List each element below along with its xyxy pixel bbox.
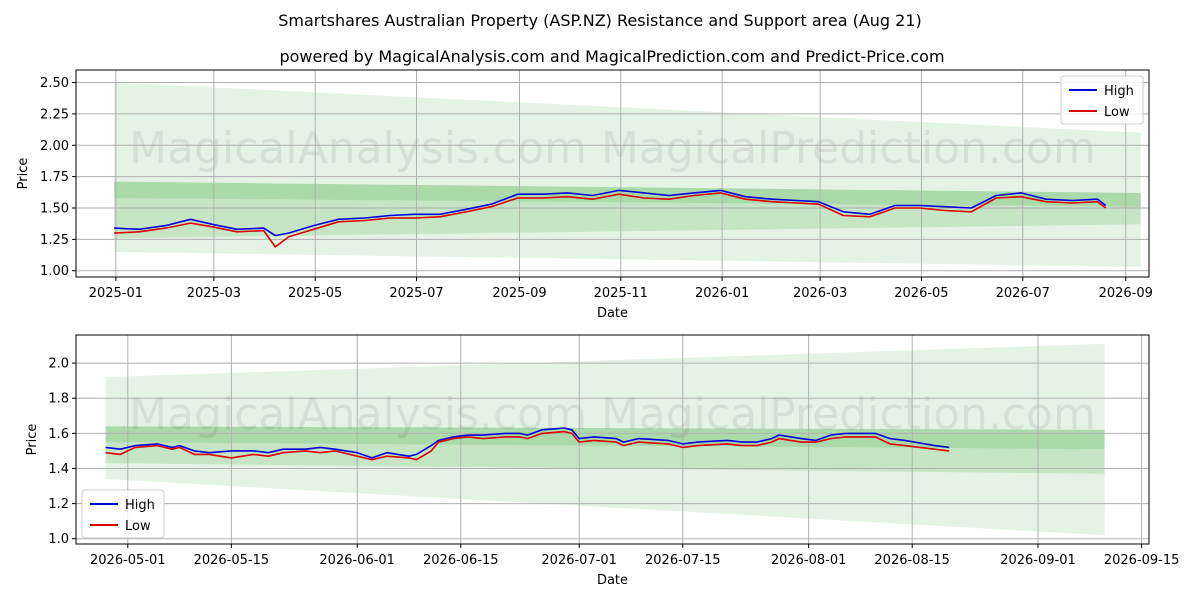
- x-tick-label: 2026-07-15: [645, 553, 721, 568]
- x-tick-label: 2025-09: [492, 286, 546, 301]
- x-axis-label: Date: [597, 573, 628, 588]
- x-tick-label: 2026-05: [894, 286, 948, 301]
- x-tick-label: 2026-09-01: [1000, 553, 1076, 568]
- legend-label-low: Low: [125, 519, 151, 534]
- watermark-text: MagicalAnalysis.com MagicalPrediction.co…: [129, 123, 1096, 174]
- y-tick-label: 1.25: [40, 233, 69, 248]
- x-tick-label: 2026-05-01: [90, 553, 166, 568]
- panel-top: MagicalAnalysis.com MagicalPrediction.co…: [16, 69, 1153, 321]
- y-tick-label: 1.4: [48, 462, 69, 477]
- x-tick-label: 2025-05: [288, 286, 342, 301]
- y-tick-label: 2.25: [40, 107, 69, 122]
- chart-figure: Smartshares Australian Property (ASP.NZ)…: [0, 0, 1200, 600]
- legend-label-high: High: [125, 498, 155, 513]
- x-tick-label: 2026-05-15: [194, 553, 270, 568]
- y-tick-label: 2.00: [40, 139, 69, 154]
- x-tick-label: 2025-07: [389, 286, 443, 301]
- x-tick-label: 2026-03: [793, 286, 847, 301]
- y-tick-label: 1.2: [48, 497, 69, 512]
- x-tick-label: 2025-01: [89, 286, 143, 301]
- x-tick-label: 2026-07: [996, 286, 1050, 301]
- y-tick-label: 1.0: [48, 532, 69, 547]
- watermark-text: MagicalAnalysis.com MagicalPrediction.co…: [129, 389, 1096, 440]
- legend-label-high: High: [1104, 84, 1134, 99]
- x-tick-label: 2026-06-01: [319, 553, 395, 568]
- x-tick-label: 2025-11: [594, 286, 648, 301]
- y-tick-label: 1.6: [48, 427, 69, 442]
- chart-title: Smartshares Australian Property (ASP.NZ)…: [278, 11, 922, 30]
- y-tick-label: 2.0: [48, 357, 69, 372]
- x-axis-label: Date: [597, 306, 628, 321]
- y-tick-label: 1.8: [48, 392, 69, 407]
- y-axis-label: Price: [16, 158, 31, 190]
- x-tick-label: 2026-07-01: [541, 553, 617, 568]
- x-tick-label: 2026-01: [695, 286, 749, 301]
- x-tick-label: 2026-08-01: [771, 553, 847, 568]
- chart-subtitle: powered by MagicalAnalysis.com and Magic…: [279, 47, 944, 66]
- x-tick-label: 2026-08-15: [874, 553, 950, 568]
- legend: High Low: [81, 489, 165, 539]
- y-tick-label: 1.50: [40, 202, 69, 217]
- panel-bottom: MagicalAnalysis.com MagicalPrediction.co…: [25, 334, 1180, 588]
- legend-label-low: Low: [1104, 105, 1130, 120]
- y-tick-label: 1.75: [40, 170, 69, 185]
- x-tick-label: 2026-09-15: [1104, 553, 1180, 568]
- y-tick-label: 2.50: [40, 76, 69, 91]
- legend: High Low: [1060, 75, 1144, 125]
- y-tick-label: 1.00: [40, 264, 69, 279]
- x-tick-label: 2025-03: [187, 286, 241, 301]
- chart-canvas: Smartshares Australian Property (ASP.NZ)…: [16, 11, 1180, 588]
- x-tick-label: 2026-06-15: [423, 553, 499, 568]
- y-axis-label: Price: [25, 424, 40, 456]
- x-tick-label: 2026-09: [1099, 286, 1153, 301]
